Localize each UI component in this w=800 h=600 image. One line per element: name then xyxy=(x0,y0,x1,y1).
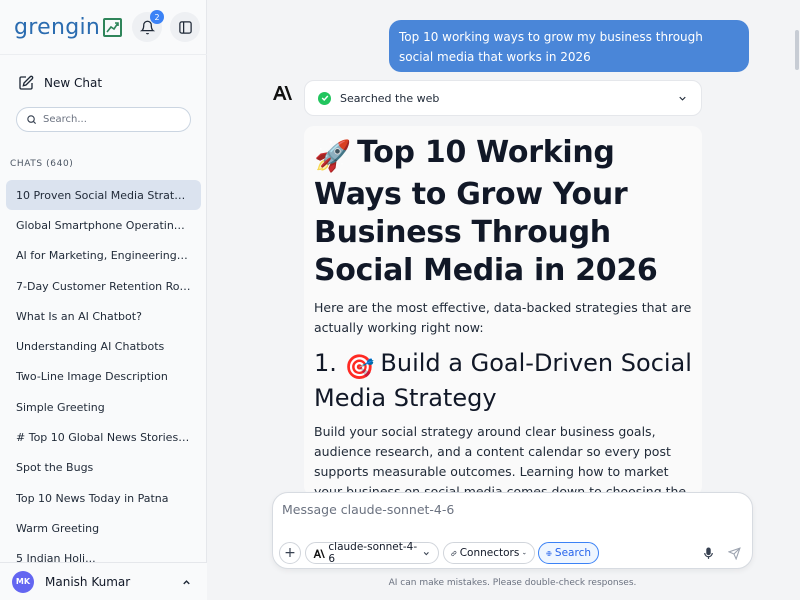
send-icon xyxy=(727,546,741,560)
answer-title-text: Top 10 Working Ways to Grow Your Busines… xyxy=(314,135,658,288)
scrollbar-thumb[interactable] xyxy=(795,30,799,70)
divider xyxy=(0,54,207,55)
microphone-icon xyxy=(703,546,713,559)
chat-item[interactable]: AI for Marketing, Engineering, S... xyxy=(6,241,201,271)
target-icon: 🎯 xyxy=(344,353,375,381)
sidebar: grengin 2 New Chat CHATS (640) 10 Proven… xyxy=(0,0,207,600)
chat-item-label: Warm Greeting xyxy=(16,521,100,535)
chat-item-label: What Is an AI Chatbot? xyxy=(16,309,142,323)
edit-icon xyxy=(19,75,34,90)
check-circle-icon xyxy=(318,91,331,105)
brand-logo[interactable]: grengin xyxy=(14,12,123,42)
notifications-button[interactable]: 2 xyxy=(132,10,164,42)
user-message-bubble: Top 10 working ways to grow my business … xyxy=(389,20,749,72)
chat-item[interactable]: 7-Day Customer Retention Road... xyxy=(6,271,201,301)
chat-item-label: Spot the Bugs xyxy=(16,461,94,475)
anthropic-logo-icon xyxy=(270,82,292,104)
web-search-toggle[interactable]: Search xyxy=(538,542,599,564)
chat-item-label: Simple Greeting xyxy=(16,400,105,414)
chat-item[interactable]: Global Smartphone Operating S... xyxy=(6,210,201,240)
chat-item[interactable]: Simple Greeting xyxy=(6,392,201,422)
globe-icon xyxy=(546,550,552,556)
chat-item-label: Global Smartphone Operating S... xyxy=(16,218,191,232)
user-menu[interactable]: MK Manish Kumar xyxy=(0,562,207,600)
chat-item-label: AI for Marketing, Engineering, S... xyxy=(16,249,191,263)
chat-item-label: 10 Proven Social Media Strategi... xyxy=(16,188,191,202)
chat-item-label: Understanding AI Chatbots xyxy=(16,340,165,354)
voice-input-button[interactable] xyxy=(699,544,717,562)
disclaimer-text: AI can make mistakes. Please double-chec… xyxy=(388,578,637,588)
chat-item-active[interactable]: 10 Proven Social Media Strategi... xyxy=(6,180,201,211)
chat-item-label: Top 10 News Today in Patna xyxy=(16,491,169,505)
sidebar-panel-icon xyxy=(178,20,192,34)
section-body: Build your social strategy around clear … xyxy=(314,424,687,496)
model-selector[interactable]: claude-sonnet-4-6 xyxy=(305,541,439,565)
search-input[interactable] xyxy=(43,114,183,125)
answer-intro: Here are the most effective, data-backed… xyxy=(314,300,692,335)
chat-item[interactable]: Spot the Bugs xyxy=(6,453,201,483)
chats-count-label: CHATS (640) xyxy=(10,159,74,169)
user-name: Manish Kumar xyxy=(45,574,131,589)
chat-item-label: 7-Day Customer Retention Road... xyxy=(16,279,191,293)
chat-search[interactable] xyxy=(16,107,191,132)
chevron-down-icon xyxy=(523,552,527,554)
anthropic-logo-icon xyxy=(313,549,325,558)
search-label: Search xyxy=(554,547,591,559)
assistant-answer: 🚀 Top 10 Working Ways to Grow Your Busine… xyxy=(304,126,702,496)
trend-chart-icon xyxy=(103,17,123,37)
search-icon xyxy=(27,115,37,125)
chat-item[interactable]: 5 Indian Holi... xyxy=(6,544,201,562)
plus-icon: + xyxy=(284,545,296,561)
chat-scrollbar[interactable] xyxy=(794,0,800,600)
model-label: claude-sonnet-4-6 xyxy=(328,541,418,565)
searched-web-label: Searched the web xyxy=(340,91,440,105)
chat-main: Top 10 working ways to grow my business … xyxy=(208,0,800,600)
notification-badge: 2 xyxy=(150,10,164,24)
chevron-down-icon xyxy=(424,551,430,555)
connectors-button[interactable]: Connectors xyxy=(443,542,535,564)
message-composer: + claude-sonnet-4-6 Connectors Search xyxy=(272,492,753,569)
chevron-down-icon xyxy=(679,96,686,101)
section-heading-number: 1. xyxy=(314,349,345,377)
chat-item[interactable]: What Is an AI Chatbot? xyxy=(6,301,201,331)
message-input[interactable] xyxy=(282,502,742,524)
connectors-label: Connectors xyxy=(459,547,520,559)
chat-item-label: Two-Line Image Description xyxy=(16,370,168,384)
new-chat-button[interactable]: New Chat xyxy=(18,72,102,94)
answer-title: 🚀 Top 10 Working Ways to Grow Your Busine… xyxy=(314,134,692,290)
send-button[interactable] xyxy=(725,544,743,562)
rocket-icon: 🚀 xyxy=(314,139,352,174)
searched-web-toggle[interactable]: Searched the web xyxy=(304,80,702,116)
chat-item-label: 5 Indian Holi... xyxy=(16,552,96,562)
new-chat-label: New Chat xyxy=(44,76,103,90)
chat-item[interactable]: Warm Greeting xyxy=(6,513,201,543)
brand-name: grengin xyxy=(14,14,101,40)
chevron-up-icon xyxy=(183,580,190,585)
chat-item[interactable]: Understanding AI Chatbots xyxy=(6,331,201,361)
chat-item[interactable]: # Top 10 Global News Stories To... xyxy=(6,422,201,452)
chat-item-label: # Top 10 Global News Stories To... xyxy=(16,431,191,445)
link-icon xyxy=(451,550,457,556)
section-heading: 1. 🎯 Build a Goal-Driven Social Media Str… xyxy=(314,348,692,414)
chat-item[interactable]: Two-Line Image Description xyxy=(6,362,201,392)
add-attachment-button[interactable]: + xyxy=(279,542,301,564)
avatar: MK xyxy=(12,570,34,593)
chat-item[interactable]: Top 10 News Today in Patna xyxy=(6,483,201,513)
chat-list: 10 Proven Social Media Strategi... Globa… xyxy=(6,180,201,562)
toggle-sidebar-button[interactable] xyxy=(170,12,200,42)
